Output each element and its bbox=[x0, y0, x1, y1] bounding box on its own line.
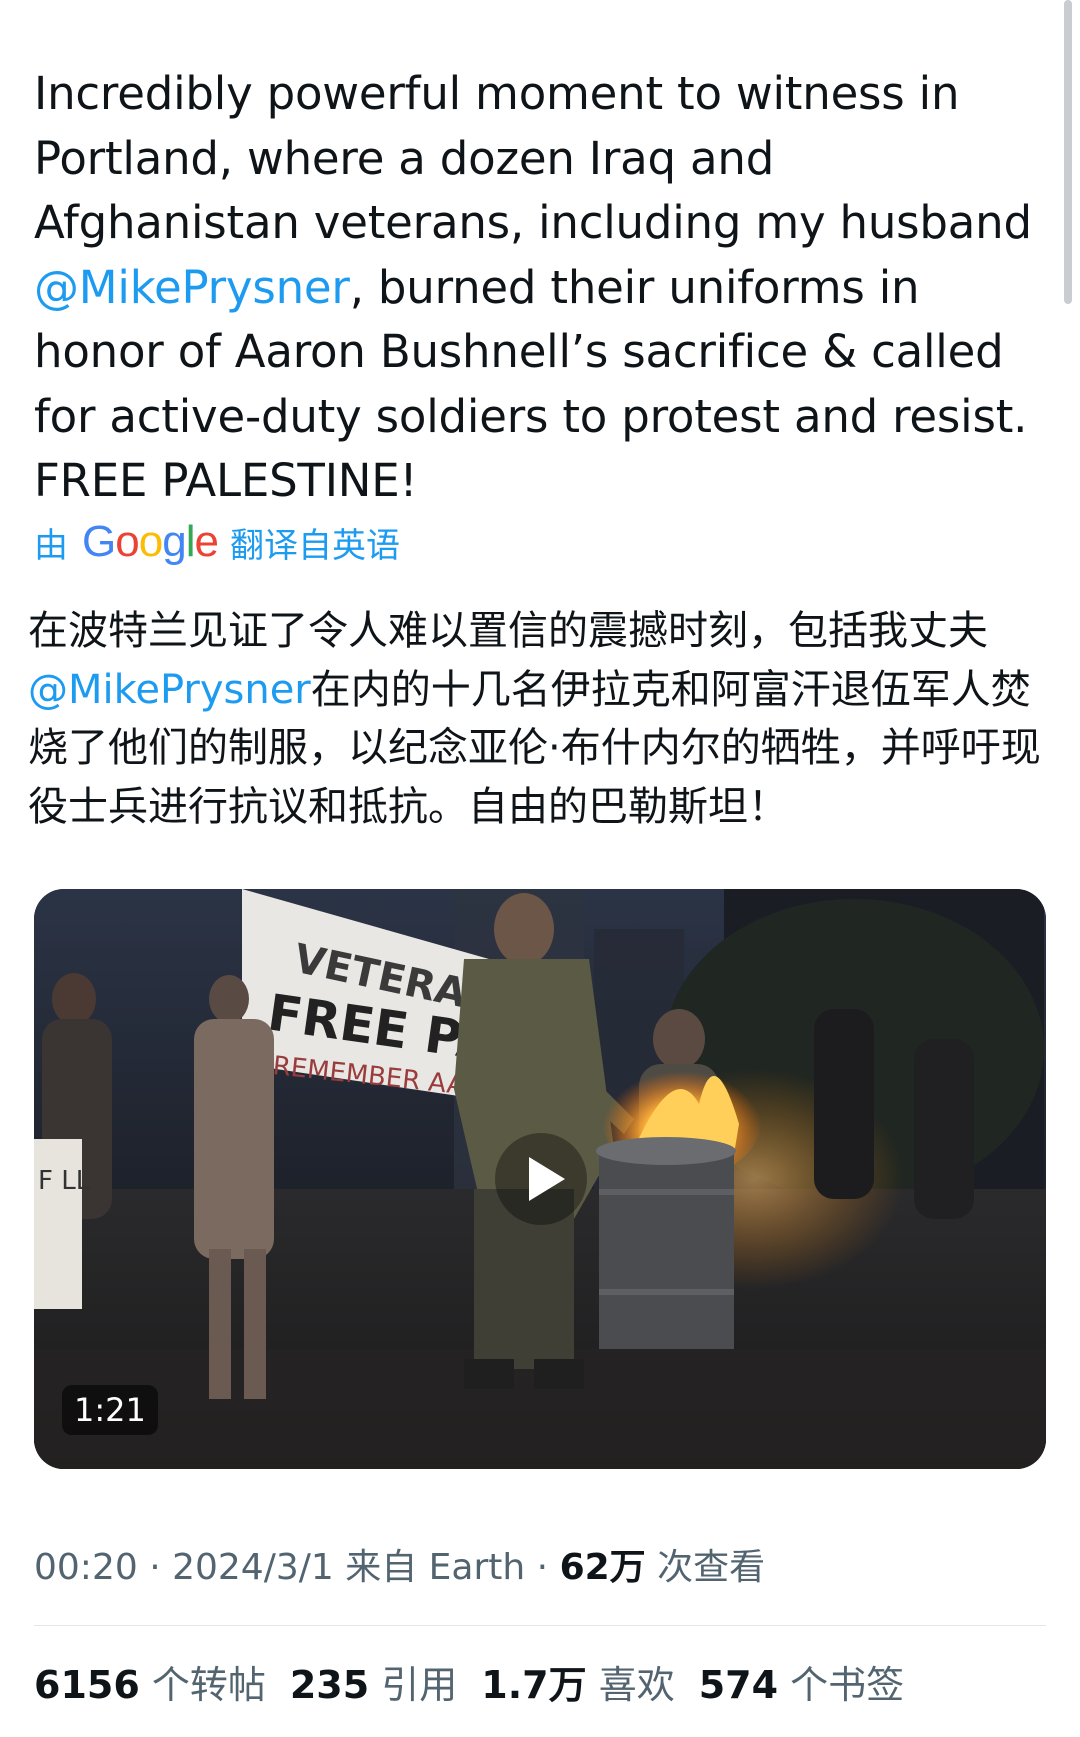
quotes-count: 235 bbox=[289, 1663, 370, 1707]
scrollbar[interactable] bbox=[1064, 0, 1072, 304]
tweet-text: Incredibly powerful moment to witness in… bbox=[34, 62, 1044, 514]
google-letter: e bbox=[194, 517, 219, 566]
mention-link[interactable]: @MikePrysner bbox=[28, 667, 311, 713]
google-letter: l bbox=[185, 517, 196, 566]
engagement-stats: 6156 个转帖 235 引用 1.7万 喜欢 574 个书签 bbox=[34, 1654, 904, 1709]
translate-suffix: 翻译自英语 bbox=[229, 525, 400, 566]
tweet-text-part: Incredibly powerful moment to witness in… bbox=[34, 67, 1032, 249]
separator: · bbox=[137, 1547, 173, 1588]
bookmarks-stat[interactable]: 574 个书签 bbox=[699, 1654, 904, 1709]
views-label: 次查看 bbox=[645, 1547, 766, 1588]
quotes-label: 引用 bbox=[369, 1663, 458, 1707]
sign-text: F LL bbox=[38, 1166, 91, 1196]
tweet-meta: 00:20 · 2024/3/1 来自 Earth · 62万 次查看 bbox=[34, 1538, 765, 1590]
separator: · bbox=[525, 1547, 560, 1588]
quotes-stat[interactable]: 235 引用 bbox=[290, 1654, 457, 1709]
tweet-source: 来自 Earth bbox=[333, 1547, 526, 1588]
translated-by-google[interactable]: 由 Google 翻译自英语 bbox=[34, 516, 400, 568]
likes-label: 喜欢 bbox=[586, 1663, 675, 1707]
tweet-time[interactable]: 00:20 bbox=[34, 1547, 138, 1588]
google-letter: g bbox=[162, 517, 187, 566]
views-count: 62万 bbox=[559, 1547, 646, 1588]
likes-stat[interactable]: 1.7万 喜欢 bbox=[481, 1654, 674, 1709]
reposts-stat[interactable]: 6156 个转帖 bbox=[34, 1654, 266, 1709]
google-letter: G bbox=[82, 517, 116, 566]
bookmarks-count: 574 bbox=[698, 1663, 779, 1707]
mention-link[interactable]: @MikePrysner bbox=[34, 261, 350, 314]
google-logo: Google bbox=[82, 517, 219, 567]
tweet-date[interactable]: 2024/3/1 bbox=[172, 1547, 334, 1588]
translated-text: 在波特兰见证了令人难以置信的震撼时刻，包括我丈夫 @MikePrysner在内的十… bbox=[28, 602, 1048, 836]
divider bbox=[34, 1625, 1046, 1626]
reposts-count: 6156 bbox=[34, 1663, 140, 1707]
reposts-label: 个转帖 bbox=[139, 1663, 266, 1707]
likes-count: 1.7万 bbox=[481, 1663, 587, 1707]
video-duration: 1:21 bbox=[62, 1385, 158, 1435]
play-icon[interactable] bbox=[495, 1133, 587, 1225]
google-letter: o bbox=[115, 517, 140, 566]
translated-text-part: 在波特兰见证了令人难以置信的震撼时刻，包括我丈夫 bbox=[28, 608, 988, 654]
bookmarks-label: 个书签 bbox=[778, 1663, 905, 1707]
video-player[interactable]: VETERANS FREE PAL REMEMBER AA F LL 1:21 bbox=[34, 889, 1046, 1469]
translate-prefix: 由 bbox=[34, 525, 68, 566]
google-letter: o bbox=[138, 517, 164, 566]
